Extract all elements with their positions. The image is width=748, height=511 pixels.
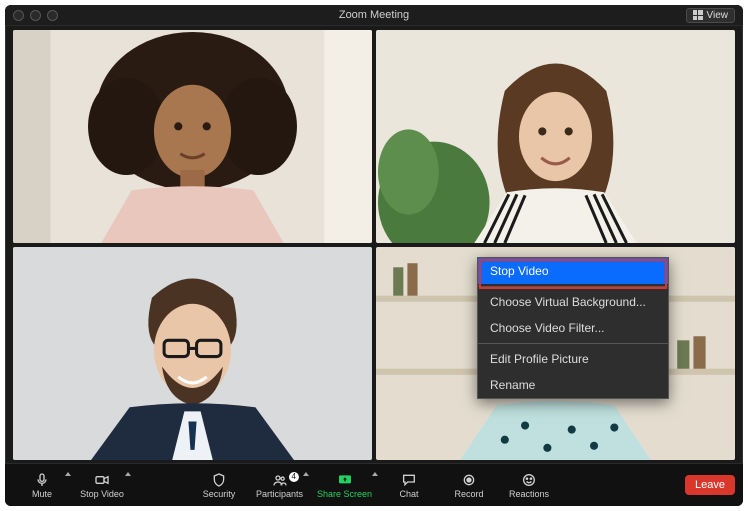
menu-separator — [478, 343, 668, 344]
menu-item-video-filter[interactable]: Choose Video Filter... — [478, 315, 668, 341]
share-screen-button[interactable]: Share Screen — [311, 470, 378, 501]
chevron-up-icon[interactable] — [65, 472, 71, 476]
video-camera-icon — [93, 472, 111, 488]
participant-avatar-1 — [13, 30, 372, 243]
close-window-icon[interactable] — [13, 10, 24, 21]
menu-item-virtual-background[interactable]: Choose Virtual Background... — [478, 289, 668, 315]
video-tile-3[interactable] — [13, 247, 372, 460]
security-label: Security — [203, 489, 236, 499]
menu-item-stop-video[interactable]: Stop Video — [478, 258, 668, 284]
toolbar-center-group: Security 4 Participants — [190, 470, 558, 501]
chevron-up-icon[interactable] — [303, 472, 309, 476]
toolbar-left-group: Mute Stop Video — [13, 470, 131, 501]
view-button-label: View — [707, 10, 729, 21]
zoom-meeting-window: Zoom Meeting View — [5, 5, 743, 506]
participant-avatar-3 — [13, 247, 372, 460]
participants-icon — [270, 472, 288, 488]
menu-separator — [478, 286, 668, 287]
meeting-toolbar: Mute Stop Video — [5, 463, 743, 506]
menu-item-edit-profile-picture[interactable]: Edit Profile Picture — [478, 346, 668, 372]
participants-button[interactable]: 4 Participants — [250, 470, 309, 501]
maximize-window-icon[interactable] — [47, 10, 58, 21]
reactions-button[interactable]: Reactions — [500, 470, 558, 501]
record-icon — [460, 472, 478, 488]
share-screen-label: Share Screen — [317, 489, 372, 499]
shield-icon — [210, 472, 228, 488]
record-button[interactable]: Record — [440, 470, 498, 501]
titlebar: Zoom Meeting View — [5, 5, 743, 26]
share-screen-icon — [336, 472, 354, 488]
video-tile-2[interactable] — [376, 30, 735, 243]
view-button[interactable]: View — [686, 8, 736, 23]
reactions-label: Reactions — [509, 489, 549, 499]
leave-button[interactable]: Leave — [685, 475, 735, 495]
video-tile-1[interactable] — [13, 30, 372, 243]
mute-button[interactable]: Mute — [13, 470, 71, 501]
participants-label: Participants — [256, 489, 303, 499]
window-controls — [13, 10, 58, 21]
record-label: Record — [455, 489, 484, 499]
video-context-menu: Stop Video Choose Virtual Background... … — [477, 257, 669, 399]
participants-count-badge: 4 — [289, 472, 299, 482]
stop-video-button[interactable]: Stop Video — [73, 470, 131, 501]
chat-button[interactable]: Chat — [380, 470, 438, 501]
security-button[interactable]: Security — [190, 470, 248, 501]
participant-avatar-2 — [376, 30, 735, 243]
chat-label: Chat — [400, 489, 419, 499]
mute-label: Mute — [32, 489, 52, 499]
grid-icon — [693, 10, 703, 20]
chevron-up-icon[interactable] — [372, 472, 378, 476]
microphone-icon — [33, 472, 51, 488]
chat-icon — [400, 472, 418, 488]
chevron-up-icon[interactable] — [125, 472, 131, 476]
stop-video-label: Stop Video — [80, 489, 124, 499]
reactions-icon — [520, 472, 538, 488]
window-title: Zoom Meeting — [5, 9, 743, 21]
minimize-window-icon[interactable] — [30, 10, 41, 21]
menu-item-rename[interactable]: Rename — [478, 372, 668, 398]
